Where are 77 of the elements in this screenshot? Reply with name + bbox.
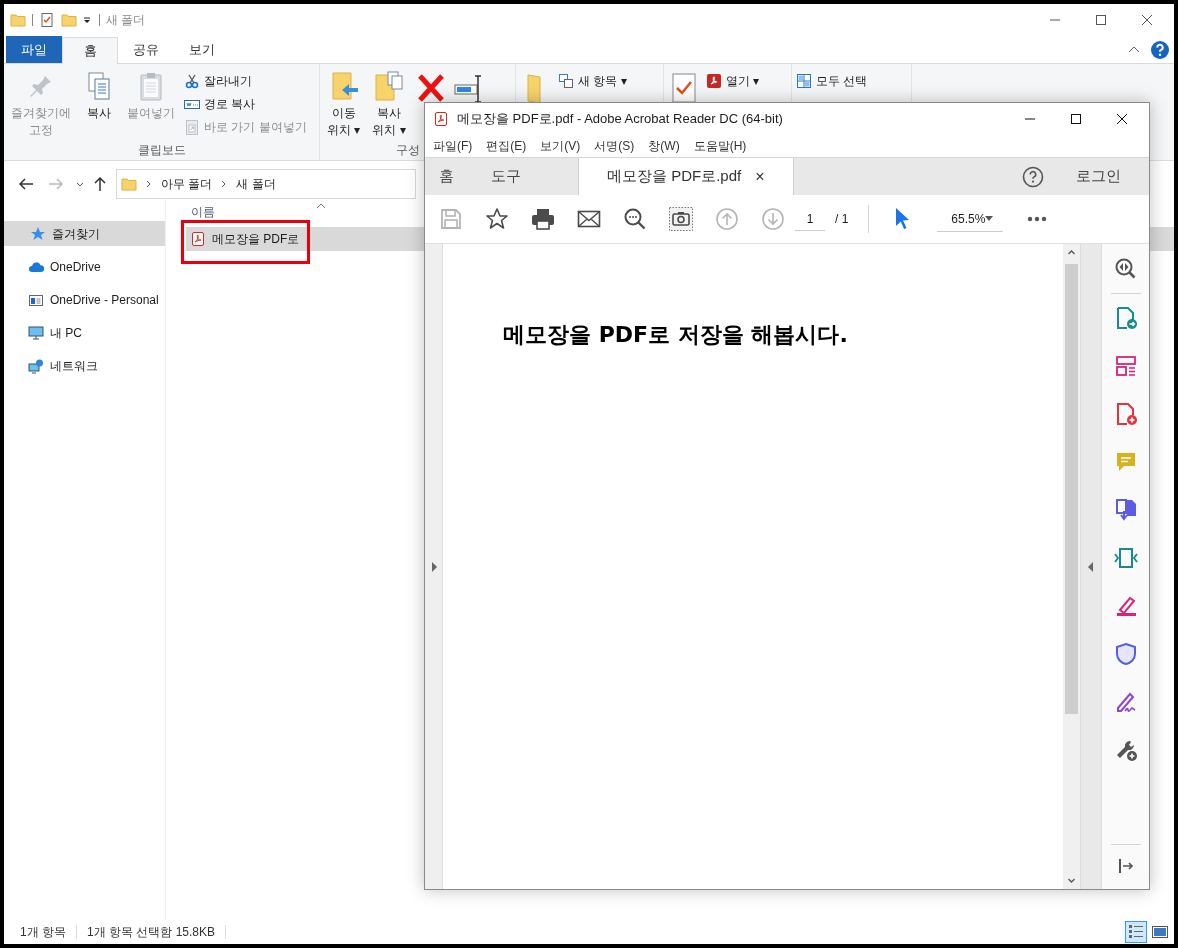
sidebar-item[interactable]: 네트워크 — [4, 353, 165, 378]
collapse-panel-icon[interactable] — [1116, 857, 1135, 875]
documents-arrow-icon[interactable] — [1113, 498, 1138, 522]
star-icon — [30, 225, 46, 242]
ribbon-tab[interactable]: 공유 — [118, 36, 174, 63]
ribbon-button[interactable]: 경로 복사 — [204, 95, 256, 113]
camera-icon[interactable] — [669, 207, 693, 231]
ribbon-button[interactable]: 열기 ▾ — [726, 72, 760, 90]
select-all-icon[interactable] — [796, 73, 812, 89]
page-total: / 1 — [835, 211, 849, 228]
monitor-icon — [28, 324, 44, 341]
shield-icon[interactable] — [1113, 642, 1138, 666]
ribbon-tab[interactable]: 파일 — [6, 36, 62, 63]
new-item-icon[interactable] — [558, 73, 574, 89]
ribbon-tab[interactable]: 보기 — [174, 36, 230, 63]
sidebar-item[interactable]: OneDrive — [4, 254, 165, 279]
details-view-icon[interactable] — [1126, 922, 1146, 942]
folder-documents-icon — [373, 70, 405, 102]
column-header[interactable]: 이름 — [191, 205, 215, 219]
zoom-icon[interactable] — [1113, 257, 1138, 281]
network-icon — [28, 357, 44, 374]
pdf-file-icon — [190, 231, 206, 247]
menu-item[interactable]: 보기(V) — [540, 137, 581, 155]
help-icon[interactable] — [1022, 165, 1044, 188]
ribbon-button[interactable]: 모두 선택 — [816, 72, 868, 90]
help-icon[interactable] — [1150, 40, 1170, 60]
tab[interactable]: 홈 — [425, 158, 478, 195]
zoom-field[interactable]: 65.5% — [937, 206, 1004, 232]
collapse-right-panel-icon[interactable] — [1088, 561, 1094, 572]
window-title: 메모장을 PDF로.pdf - Adobe Acrobat Reader DC (64-bit) — [457, 110, 783, 129]
ribbon-button[interactable]: 잘라내기 — [204, 72, 252, 90]
address-bar[interactable]: 아무 폴더 새 폴더 — [116, 169, 416, 199]
sidebar-item[interactable]: 내 PC — [4, 320, 165, 345]
close-tab-button[interactable]: × — [755, 164, 765, 189]
expand-left-panel-icon[interactable] — [430, 561, 437, 572]
breadcrumb[interactable]: 새 폴더 — [236, 175, 276, 193]
scroll-down-icon[interactable] — [1067, 876, 1076, 885]
pdf-icon[interactable] — [706, 73, 722, 89]
ribbon-button[interactable]: 복사 — [80, 70, 118, 139]
document-tab[interactable]: 메모장을 PDF로.pdf × — [578, 158, 794, 195]
star-icon[interactable] — [485, 207, 509, 231]
window-title: 새 폴더 — [106, 12, 146, 29]
group-label: 클립보드 — [137, 141, 186, 159]
tab[interactable]: 도구 — [478, 158, 534, 195]
breadcrumb[interactable]: 아무 폴더 — [161, 175, 213, 193]
menu-item[interactable]: 창(W) — [648, 137, 680, 155]
pdf-file-icon[interactable] — [433, 111, 449, 127]
dropdown-caret-icon[interactable] — [985, 216, 994, 221]
print-icon[interactable] — [531, 207, 555, 231]
ribbon-button[interactable]: 이동 위치 ▾ — [324, 70, 364, 139]
scroll-up-icon[interactable] — [1067, 248, 1076, 257]
scrollbar-thumb[interactable] — [1065, 264, 1078, 714]
menu-item[interactable]: 도움말(H) — [693, 137, 747, 155]
status-text: 1개 항목 선택함 15.8KB — [86, 924, 217, 941]
ribbon-tab[interactable]: 홈 — [62, 37, 118, 64]
folder-icon — [121, 176, 137, 192]
scrollbar[interactable] — [1063, 244, 1080, 889]
menu-item[interactable]: 편집(E) — [486, 137, 527, 155]
sidebar-item[interactable]: 즐겨찾기 — [4, 221, 165, 246]
document-compress-icon[interactable] — [1113, 546, 1138, 570]
sidebar-item[interactable]: OneDrive - Personal — [4, 287, 165, 312]
menu-item[interactable]: 파일(F) — [433, 137, 473, 155]
document-text: 메모장을 PDF로 저장을 해봅시다. — [503, 321, 849, 349]
page-number-field[interactable]: 1 — [795, 207, 825, 231]
ribbon-button[interactable]: 복사 위치 ▾ — [369, 70, 409, 139]
scissors-icon[interactable] — [184, 73, 200, 89]
more-icon[interactable] — [1027, 216, 1048, 222]
checkmark-document-icon[interactable] — [39, 12, 55, 28]
status-text: 1개 항목 — [19, 924, 67, 941]
login-button[interactable]: 로그인 — [1076, 158, 1149, 195]
menu-item[interactable]: 서명(S) — [594, 137, 635, 155]
group-label: 구성 — [396, 141, 420, 159]
search-icon[interactable] — [623, 207, 647, 231]
layout-icon[interactable] — [1113, 354, 1138, 378]
ribbon-button[interactable]: 새 항목 ▾ — [578, 72, 627, 90]
chevron-right-icon — [145, 179, 153, 189]
dropdown-icon[interactable] — [81, 14, 93, 26]
